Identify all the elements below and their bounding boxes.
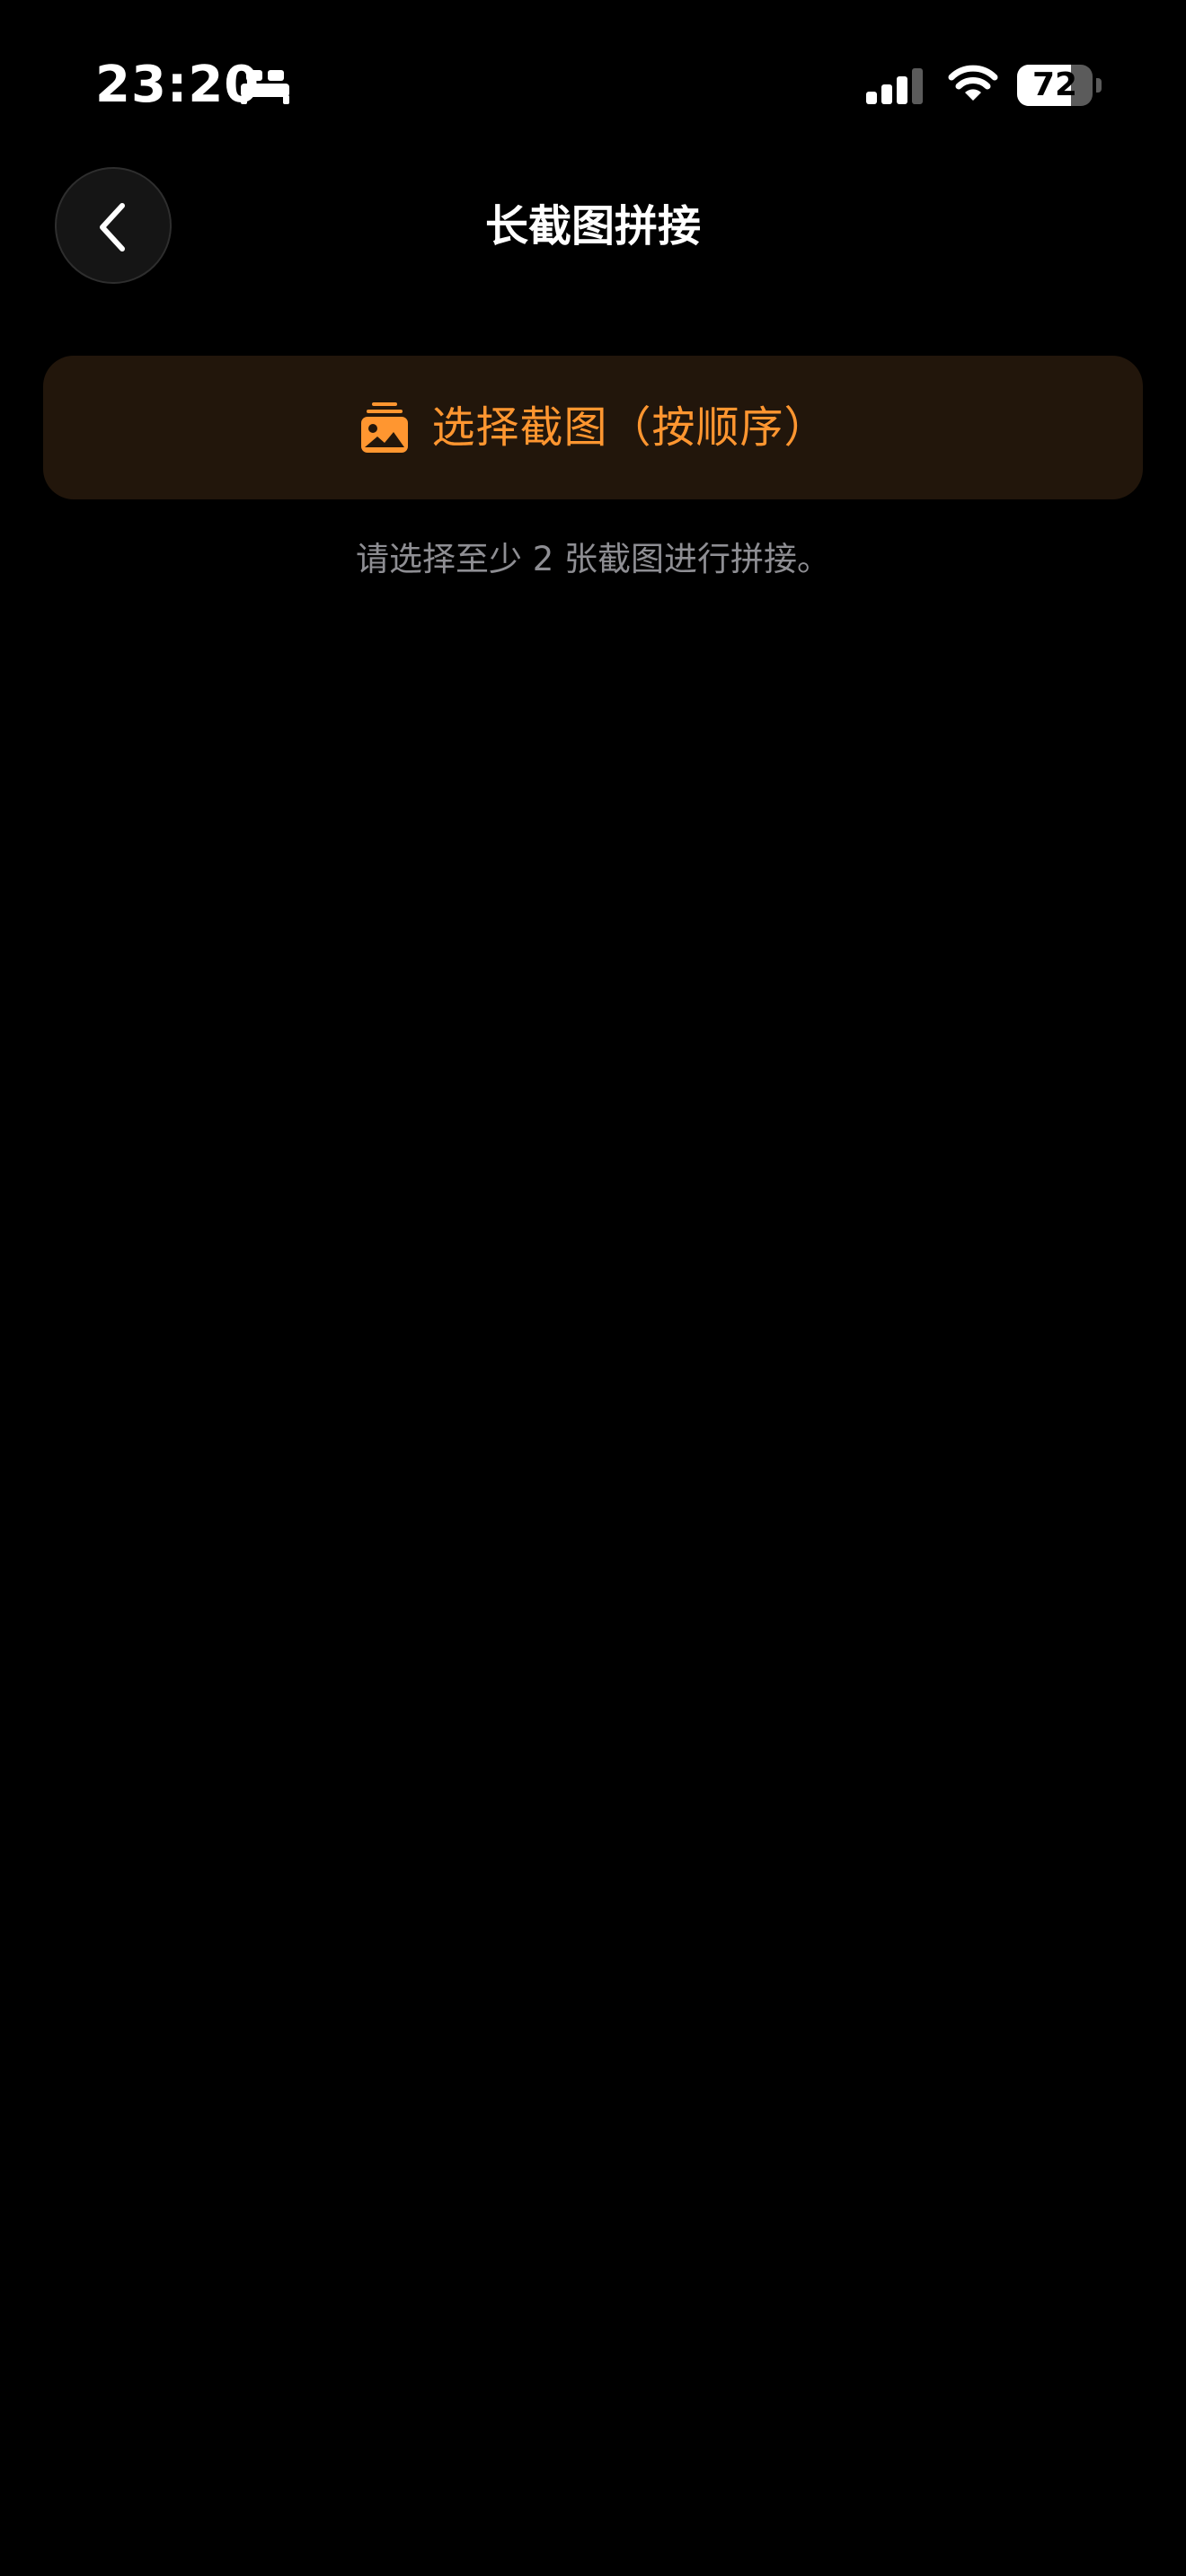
battery-cap bbox=[1096, 78, 1102, 93]
select-button-label: 选择截图（按顺序） bbox=[431, 402, 828, 453]
hint-text: 请选择至少 2 张截图进行拼接。 bbox=[355, 540, 831, 578]
status-bar: 23:20 72 bbox=[0, 0, 1186, 171]
battery-body: 72 bbox=[1017, 65, 1093, 106]
battery-level: 72 bbox=[1031, 66, 1078, 103]
select-screenshots-button[interactable]: 选择截图（按顺序） bbox=[43, 356, 1143, 499]
photo-stack-icon bbox=[361, 402, 409, 453]
wifi-icon bbox=[948, 65, 998, 101]
page-title: 长截图拼接 bbox=[484, 201, 701, 251]
back-button[interactable] bbox=[55, 167, 172, 284]
chevron-left-icon bbox=[100, 203, 125, 251]
cellular-signal-icon bbox=[866, 68, 923, 104]
screen: 23:20 72 长截图拼接 选择截图（按顺序） 请选择至少 2 张截图进行拼接… bbox=[0, 0, 1186, 2576]
select-button-content: 选择截图（按顺序） bbox=[43, 356, 1143, 499]
battery-icon: 72 bbox=[1017, 65, 1103, 106]
sleep-bed-icon bbox=[241, 70, 289, 104]
status-time: 23:20 bbox=[95, 56, 261, 114]
